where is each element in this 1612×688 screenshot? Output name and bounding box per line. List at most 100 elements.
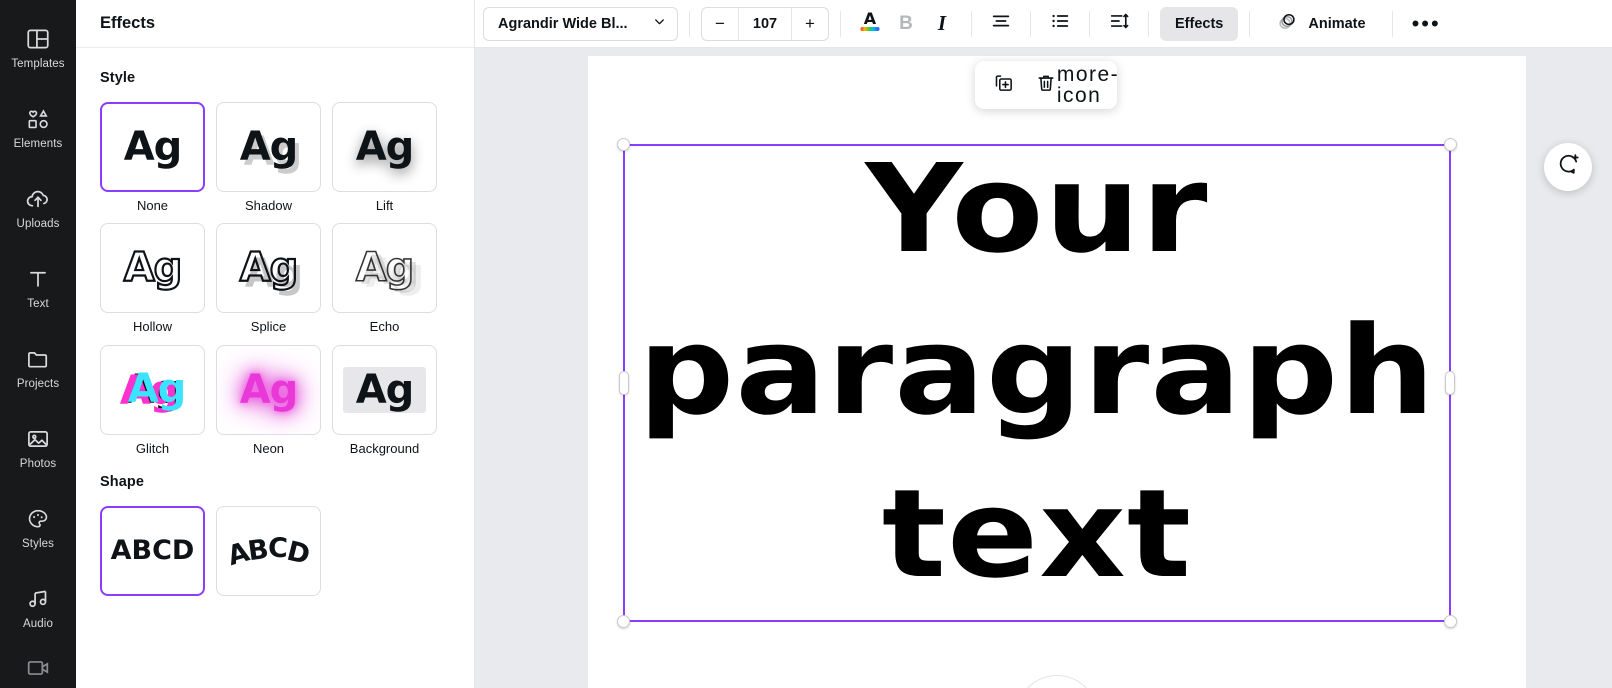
- resize-handle-middle-right[interactable]: [1445, 371, 1455, 395]
- style-swatch-lift[interactable]: Ag: [332, 102, 437, 192]
- resize-handle-middle-left[interactable]: [619, 371, 629, 395]
- canva-editor: Templates Elements Uploads Text Projects…: [0, 0, 1612, 688]
- text-color-button[interactable]: A: [852, 6, 888, 42]
- style-swatch-background[interactable]: Ag: [332, 344, 437, 435]
- animate-button[interactable]: Animate: [1261, 7, 1380, 41]
- text-element[interactable]: Your paragraph text: [623, 138, 1451, 622]
- style-grid: Ag None Ag Shadow Ag Lift Ag Hollow Ag S…: [100, 102, 450, 456]
- style-swatch-glitch[interactable]: Ag: [100, 344, 205, 435]
- style-sample-splice: Ag: [239, 245, 300, 292]
- videos-icon: [25, 655, 51, 681]
- style-card-glitch[interactable]: Ag Glitch: [100, 344, 205, 456]
- page-footer-control[interactable]: [1016, 675, 1098, 688]
- effects-button[interactable]: Effects: [1160, 6, 1239, 41]
- shape-sample-curved: ABCD: [223, 533, 314, 573]
- sidebar-item-uploads[interactable]: Uploads: [0, 168, 76, 248]
- design-page[interactable]: Your paragraph text: [588, 56, 1526, 688]
- font-size-stepper: − 107 +: [701, 6, 829, 41]
- italic-button[interactable]: I: [924, 6, 960, 42]
- audio-icon: [25, 586, 51, 612]
- add-comment-icon: [1556, 152, 1581, 182]
- projects-icon: [25, 346, 51, 372]
- sidebar-label-elements: Elements: [13, 137, 63, 150]
- style-card-hollow[interactable]: Ag Hollow: [100, 223, 205, 334]
- style-swatch-shadow[interactable]: Ag: [216, 102, 321, 192]
- style-swatch-neon[interactable]: Ag: [216, 344, 321, 435]
- style-swatch-splice[interactable]: Ag: [216, 223, 321, 314]
- style-sample-none: Ag: [123, 124, 183, 170]
- style-label-neon: Neon: [252, 440, 285, 456]
- line-spacing-button[interactable]: [1101, 6, 1137, 42]
- svg-text:A: A: [864, 9, 877, 28]
- sidebar-item-elements[interactable]: Elements: [0, 88, 76, 168]
- add-comment-button[interactable]: [1544, 143, 1592, 191]
- uploads-icon: [25, 186, 51, 212]
- sidebar-item-photos[interactable]: Photos: [0, 408, 76, 488]
- shape-grid: ABCD ABCD: [100, 505, 450, 596]
- style-label-background: Background: [349, 440, 420, 456]
- shape-card-straight[interactable]: ABCD: [100, 505, 205, 596]
- text-align-button[interactable]: [983, 6, 1019, 42]
- sidebar-label-templates: Templates: [11, 57, 65, 70]
- sidebar-item-videos[interactable]: [0, 648, 76, 688]
- bullet-list-icon: [1049, 10, 1071, 37]
- style-label-glitch: Glitch: [135, 440, 170, 456]
- style-card-neon[interactable]: Ag Neon: [216, 344, 321, 456]
- style-card-lift[interactable]: Ag Lift: [332, 102, 437, 213]
- style-card-background[interactable]: Ag Background: [332, 344, 437, 456]
- bold-icon: B: [899, 13, 913, 34]
- bullet-list-button[interactable]: [1042, 6, 1078, 42]
- animate-button-label: Animate: [1308, 15, 1366, 32]
- text-element-content[interactable]: Your paragraph text: [582, 128, 1493, 615]
- duplicate-button[interactable]: [985, 66, 1023, 104]
- font-family-select[interactable]: Agrandir Wide Bl...: [483, 6, 678, 41]
- more-options-button[interactable]: •••: [1404, 9, 1449, 39]
- font-size-decrease-button[interactable]: −: [702, 8, 738, 40]
- resize-handle-top-left[interactable]: [617, 138, 630, 151]
- toolbar-divider: [1391, 10, 1393, 37]
- style-swatch-none[interactable]: Ag: [100, 102, 205, 192]
- toolbar-divider: [1030, 10, 1031, 37]
- sidebar-label-text: Text: [27, 297, 49, 310]
- resize-handle-bottom-left[interactable]: [617, 615, 630, 628]
- sidebar-label-photos: Photos: [19, 457, 57, 470]
- sidebar-item-styles[interactable]: Styles: [0, 488, 76, 568]
- shape-card-curved[interactable]: ABCD: [216, 505, 321, 596]
- style-card-echo[interactable]: Ag Echo: [332, 223, 437, 334]
- toolbar-divider: [1148, 10, 1149, 37]
- animate-icon: [1276, 10, 1299, 37]
- style-card-none[interactable]: Ag None: [100, 102, 205, 213]
- left-rail: Templates Elements Uploads Text Projects…: [0, 0, 76, 688]
- sidebar-item-projects[interactable]: Projects: [0, 328, 76, 408]
- style-card-splice[interactable]: Ag Splice: [216, 223, 321, 334]
- font-size-increase-button[interactable]: +: [792, 8, 828, 40]
- style-swatch-echo[interactable]: Ag: [332, 223, 437, 314]
- more-icon: more-icon: [1056, 63, 1120, 107]
- element-context-toolbar: more-icon: [975, 61, 1118, 109]
- font-size-input[interactable]: 107: [738, 7, 792, 40]
- resize-handle-bottom-right[interactable]: [1444, 615, 1457, 628]
- canvas-stage[interactable]: Your paragraph text more-icon: [475, 48, 1612, 688]
- style-label-none: None: [136, 198, 169, 213]
- sidebar-item-text[interactable]: Text: [0, 248, 76, 328]
- style-label-lift: Lift: [375, 198, 394, 213]
- sidebar-item-audio[interactable]: Audio: [0, 568, 76, 648]
- sidebar-label-uploads: Uploads: [16, 217, 60, 230]
- style-card-shadow[interactable]: Ag Shadow: [216, 102, 321, 213]
- italic-icon: I: [937, 11, 947, 35]
- context-more-button[interactable]: more-icon: [1057, 64, 1118, 106]
- shape-swatch-curved[interactable]: ABCD: [216, 505, 321, 596]
- style-label-hollow: Hollow: [132, 319, 172, 335]
- sidebar-item-templates[interactable]: Templates: [0, 8, 76, 88]
- style-sample-shadow: Ag: [239, 124, 299, 170]
- style-swatch-hollow[interactable]: Ag: [100, 223, 205, 314]
- photos-icon: [25, 426, 51, 452]
- shape-swatch-straight[interactable]: ABCD: [100, 505, 205, 596]
- bold-button[interactable]: B: [888, 6, 924, 42]
- templates-icon: [25, 26, 51, 52]
- text-toolbar: Agrandir Wide Bl... − 107 + A B I Effect…: [475, 0, 1612, 48]
- resize-handle-top-right[interactable]: [1444, 138, 1457, 151]
- effects-button-label: Effects: [1175, 15, 1224, 32]
- toolbar-divider: [689, 10, 690, 37]
- trash-icon: [1035, 72, 1057, 99]
